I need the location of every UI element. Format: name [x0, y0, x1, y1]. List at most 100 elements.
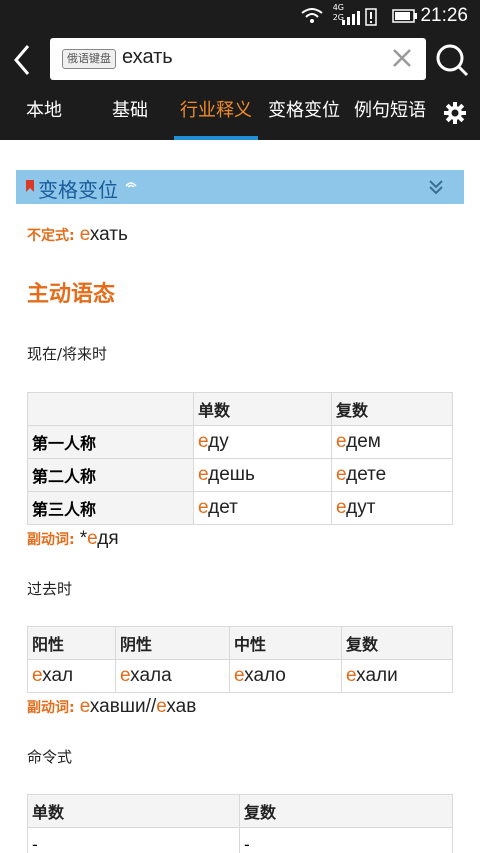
status-bar: 4G 2G 21:26 [0, 0, 480, 32]
table-cell: едешь [193, 458, 332, 492]
word-form: дут [346, 497, 376, 518]
table-cell: ехали [341, 659, 453, 693]
past-table: 阳性 阴性 中性 复数 ехал ехала ехало ехали [27, 626, 453, 693]
past-title: 过去时 [27, 580, 73, 598]
imperative-table: 单数 复数 - - [27, 794, 453, 853]
participle-word: дя [97, 528, 119, 549]
participle-label: 副动词: [27, 700, 75, 716]
table-header-cell: 单数 [193, 392, 332, 426]
participle-label: 副动词: [27, 532, 75, 548]
participle-prefix: * [79, 528, 88, 549]
back-arrow-icon[interactable] [8, 42, 38, 78]
imperative-title: 命令式 [27, 748, 73, 766]
network-4g: 4G [332, 3, 344, 12]
tab-industry[interactable]: 行业释义 [174, 88, 258, 140]
participle-word: хавши// [89, 696, 157, 717]
search-icon[interactable] [434, 42, 470, 78]
stress-letter: е [346, 665, 357, 686]
voice-title: 主动语态 [27, 282, 116, 307]
gear-icon[interactable] [444, 102, 466, 124]
present-table: 单数 复数 第一人称 еду едем 第二人称 едешь едете 第三人… [27, 392, 453, 525]
table-header-cell: 阳性 [27, 626, 116, 660]
word-form: ду [208, 431, 229, 452]
table-row: ехал ехала ехало ехали [27, 659, 453, 693]
participle-word: хав [166, 696, 197, 717]
person-label: 第二人称 [27, 458, 194, 492]
table-header-cell: 单数 [27, 794, 240, 828]
tab-local[interactable]: 本地 [4, 88, 84, 140]
stress-letter: е [87, 528, 98, 549]
stress-letter: е [198, 431, 209, 452]
table-header-row: 单数 复数 [27, 794, 453, 828]
section-title: 变格变位 [38, 178, 118, 202]
infinitive-word: хать [89, 224, 128, 245]
toolbar: 俄语键盘 ехать [0, 32, 480, 88]
word-form: хало [244, 665, 286, 686]
table-cell: ехала [115, 659, 230, 693]
content-area: 变格变位 不定式: ехать 主动语态 现在/将来时 单数 复数 第一人称 е… [0, 140, 480, 853]
signal-icon [342, 11, 360, 25]
wifi-icon [301, 8, 323, 23]
table-cell: - [239, 827, 453, 853]
word-form: дем [346, 431, 381, 452]
stress-letter: е [198, 497, 209, 518]
search-input[interactable]: 俄语键盘 ехать [50, 38, 426, 80]
table-row: 第一人称 еду едем [27, 425, 453, 459]
word-form: хал [42, 665, 74, 686]
table-cell: ехало [229, 659, 342, 693]
stress-letter: е [79, 696, 90, 717]
infinitive-label: 不定式: [27, 228, 75, 244]
table-header-cell: 中性 [229, 626, 342, 660]
participle-line-past: 副动词: ехавши//ехав [27, 696, 196, 718]
table-header-row: 阳性 阴性 中性 复数 [27, 626, 453, 660]
table-row: - - [27, 827, 453, 853]
table-header-row: 单数 复数 [27, 392, 453, 426]
status-icons [301, 8, 377, 26]
stress-letter: е [336, 431, 347, 452]
word-form: хала [130, 665, 172, 686]
person-label: 第三人称 [27, 491, 194, 525]
table-header-cell: 阴性 [115, 626, 230, 660]
word-form: дет [208, 497, 238, 518]
tab-examples[interactable]: 例句短语 [348, 88, 432, 140]
present-title: 现在/将来时 [27, 345, 108, 363]
chevron-down-icon[interactable] [428, 178, 444, 196]
infinitive-line: 不定式: ехать [27, 224, 128, 246]
word-form: дешь [208, 464, 255, 485]
stress-letter: е [156, 696, 167, 717]
word-form: хали [356, 665, 398, 686]
network-2g: 2G [332, 13, 344, 22]
table-cell: едете [331, 458, 453, 492]
table-cell: ехал [27, 659, 116, 693]
table-row: 第三人称 едет едут [27, 491, 453, 525]
table-cell: - [27, 827, 240, 853]
table-header-cell: 复数 [331, 392, 453, 426]
alert-icon [365, 8, 377, 26]
stress-letter: е [336, 497, 347, 518]
stress-letter: е [198, 464, 209, 485]
clear-icon[interactable] [390, 46, 414, 70]
tab-bar: 本地 基础 行业释义 变格变位 例句短语 [0, 88, 480, 140]
table-cell: едет [193, 491, 332, 525]
participle-line: 副动词: *едя [27, 528, 119, 550]
word-form: дете [346, 464, 387, 485]
table-cell: еду [193, 425, 332, 459]
battery-icon [392, 9, 417, 23]
table-header-cell: 复数 [239, 794, 453, 828]
audio-icon [125, 182, 137, 188]
clock: 21:26 [420, 5, 468, 26]
stress-letter: е [120, 665, 131, 686]
keyboard-toggle-button[interactable]: 俄语键盘 [62, 49, 116, 69]
tab-conjugation[interactable]: 变格变位 [262, 88, 346, 140]
tab-basic[interactable]: 基础 [90, 88, 170, 140]
table-cell: едем [331, 425, 453, 459]
stress-letter: е [32, 665, 43, 686]
person-label: 第一人称 [27, 425, 194, 459]
section-header[interactable]: 变格变位 [16, 170, 464, 204]
stress-letter: е [234, 665, 245, 686]
table-row: 第二人称 едешь едете [27, 458, 453, 492]
infinitive-stress: е [79, 224, 90, 245]
bookmark-icon [26, 180, 34, 192]
search-query[interactable]: ехать [122, 46, 173, 69]
table-cell: едут [331, 491, 453, 525]
